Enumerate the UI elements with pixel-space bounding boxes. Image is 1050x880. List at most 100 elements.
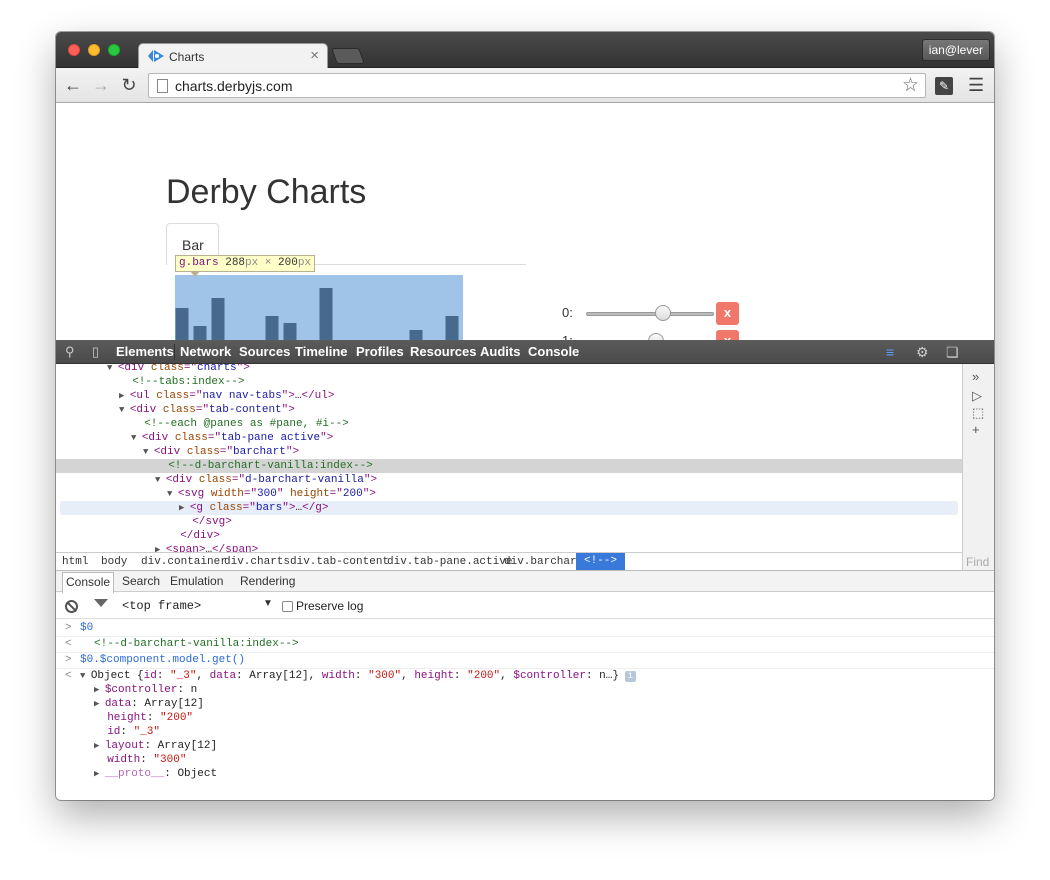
devtools-tab-sources[interactable]: Sources: [239, 344, 290, 360]
devtools-toolbar: ⚲ ▯ Elements Network Sources Timeline Profil…: [56, 340, 994, 364]
browser-tab-charts[interactable]: Charts ×: [138, 43, 328, 69]
info-icon[interactable]: i: [624, 671, 636, 682]
console-token: :: [120, 726, 134, 738]
play-icon[interactable]: ▷: [972, 389, 982, 403]
collapse-triangle-icon[interactable]: ▼: [167, 489, 178, 499]
console-token: : Object: [164, 768, 218, 780]
remove-bar-button[interactable]: x: [716, 302, 739, 325]
inspect-element-icon[interactable]: ⬚: [972, 406, 984, 420]
dom-tree-node[interactable]: </div>: [56, 529, 962, 543]
minimize-window-button[interactable]: [88, 44, 100, 56]
drawer-tab-emulation[interactable]: Emulation: [170, 574, 223, 589]
dom-tree-node[interactable]: ▼ <div class="barchart">: [56, 445, 962, 459]
elements-tree[interactable]: ▼ <div class="charts"> <!--tabs:index-->…: [56, 364, 962, 552]
expand-triangle-icon[interactable]: ▶: [94, 685, 105, 695]
forward-arrow-icon[interactable]: →: [90, 74, 112, 96]
slider-thumb[interactable]: [654, 305, 671, 321]
browser-window: Charts × ian@lever ← → ↻ charts.derbyjs.…: [56, 32, 994, 800]
frame-select[interactable]: <top frame>: [122, 599, 201, 613]
dom-tree-node[interactable]: ▼ <div class="d-barchart-vanilla">: [56, 473, 962, 487]
clear-console-icon[interactable]: [65, 600, 78, 613]
reload-icon[interactable]: ↻: [118, 74, 140, 96]
collapse-triangle-icon[interactable]: ▼: [155, 475, 166, 485]
breadcrumb-item[interactable]: div.barchart: [504, 554, 583, 570]
new-tab-button[interactable]: [331, 48, 365, 64]
dom-tree-node[interactable]: <!--d-barchart-vanilla:index-->: [56, 459, 962, 473]
expand-triangle-icon[interactable]: ▶: [119, 391, 130, 401]
collapse-triangle-icon[interactable]: ▼: [131, 433, 142, 443]
collapse-triangle-icon[interactable]: ▼: [107, 364, 118, 373]
profile-button[interactable]: ian@lever: [921, 39, 990, 61]
collapse-triangle-icon[interactable]: ▼: [80, 671, 91, 681]
breadcrumb-item[interactable]: <!-->: [576, 553, 626, 570]
devtools-tab-console[interactable]: Console: [528, 344, 579, 360]
console-token: :: [140, 754, 154, 766]
console-message: id: "_3": [56, 725, 994, 739]
console-drawer-icon[interactable]: ≡: [886, 344, 894, 360]
expand-triangle-icon[interactable]: ▶: [94, 769, 105, 779]
collapse-triangle-icon[interactable]: ▼: [119, 405, 130, 415]
drawer-tab-console[interactable]: Console: [62, 572, 115, 593]
find-input[interactable]: Find: [966, 555, 989, 569]
dom-token: ">: [281, 404, 295, 416]
expand-triangle-icon[interactable]: ▶: [94, 741, 105, 751]
dom-tree-node[interactable]: </svg>: [56, 515, 962, 529]
bookmark-star-icon[interactable]: ☆: [902, 75, 919, 97]
dom-tree-node[interactable]: <!--tabs:index-->: [56, 375, 962, 389]
frame-dropdown-icon[interactable]: ▼: [263, 598, 273, 609]
search-icon[interactable]: ⚲: [65, 344, 75, 360]
tooltip-tag: g.bars: [179, 257, 219, 269]
range-slider[interactable]: [586, 312, 714, 316]
url-text[interactable]: charts.derbyjs.com: [175, 78, 292, 94]
dom-token: class: [198, 474, 232, 486]
devtools-tab-profiles[interactable]: Profiles: [356, 344, 404, 360]
dom-tree-node[interactable]: ▼ <div class="tab-pane active">: [56, 431, 962, 445]
breadcrumb-item[interactable]: div.tab-pane.active: [387, 554, 512, 570]
device-mode-icon[interactable]: ▯: [92, 344, 99, 360]
drawer-tab-search[interactable]: Search: [122, 574, 160, 589]
collapse-triangle-icon[interactable]: ▼: [143, 447, 154, 457]
devtools-tab-resources[interactable]: Resources: [410, 344, 476, 360]
filter-icon[interactable]: [94, 599, 108, 607]
tab-close-icon[interactable]: ×: [310, 47, 319, 65]
dom-tree-node[interactable]: ▶ <ul class="nav nav-tabs">…</ul>: [56, 389, 962, 403]
dom-token: =": [195, 404, 210, 416]
console-token: "200": [467, 670, 501, 682]
devtools-tab-audits[interactable]: Audits: [480, 344, 520, 360]
devtools-tab-elements[interactable]: Elements: [116, 344, 174, 360]
preserve-log-checkbox[interactable]: [282, 601, 293, 612]
console-message: height: "200": [56, 711, 994, 725]
dom-tree-node[interactable]: ▼ <svg width="300" height="200">: [56, 487, 962, 501]
dom-tree-node[interactable]: <!--each @panes as #pane, #i-->: [56, 417, 962, 431]
add-rule-icon[interactable]: +: [972, 423, 980, 437]
chart-bar: [211, 298, 225, 340]
expand-sidebar-icon[interactable]: »: [972, 370, 979, 384]
slider-thumb[interactable]: [648, 333, 665, 340]
dom-tree-node[interactable]: ▼ <div class="tab-content">: [56, 403, 962, 417]
expand-triangle-icon[interactable]: ▶: [179, 503, 190, 513]
dom-tree-node[interactable]: ▼ <div class="charts">: [56, 364, 962, 375]
close-window-button[interactable]: [68, 44, 80, 56]
console-output[interactable]: > $0 < <!--d-barchart-vanilla:index--> > $0.$…: [56, 619, 994, 800]
dom-token: ">: [282, 502, 296, 514]
address-bar[interactable]: charts.derbyjs.com ☆: [148, 73, 926, 98]
chrome-menu-icon[interactable]: ☰: [968, 74, 984, 96]
breadcrumb-item[interactable]: div.tab-content: [290, 554, 389, 570]
devtools-tab-network[interactable]: Network: [180, 344, 231, 360]
breadcrumb-item[interactable]: div.charts: [224, 554, 290, 570]
dock-icon[interactable]: ❏: [946, 344, 959, 360]
zoom-window-button[interactable]: [108, 44, 120, 56]
remove-bar-button[interactable]: x: [716, 330, 739, 340]
breadcrumb-item[interactable]: div.container: [141, 554, 227, 570]
dom-tree-node[interactable]: ▶ <g class="bars">…</g>: [60, 501, 958, 515]
drawer-tab-rendering[interactable]: Rendering: [240, 574, 295, 589]
dom-tree-node[interactable]: ▶ <span>…</span>: [56, 543, 962, 552]
gear-icon[interactable]: ⚙: [916, 344, 929, 360]
devtools-tab-timeline[interactable]: Timeline: [295, 344, 348, 360]
expand-triangle-icon[interactable]: ▶: [155, 545, 166, 552]
extension-icon[interactable]: ✎: [935, 77, 953, 95]
breadcrumb-item[interactable]: body: [101, 554, 127, 570]
breadcrumb-item[interactable]: html: [62, 554, 88, 570]
expand-triangle-icon[interactable]: ▶: [94, 699, 105, 709]
back-arrow-icon[interactable]: ←: [62, 74, 84, 96]
